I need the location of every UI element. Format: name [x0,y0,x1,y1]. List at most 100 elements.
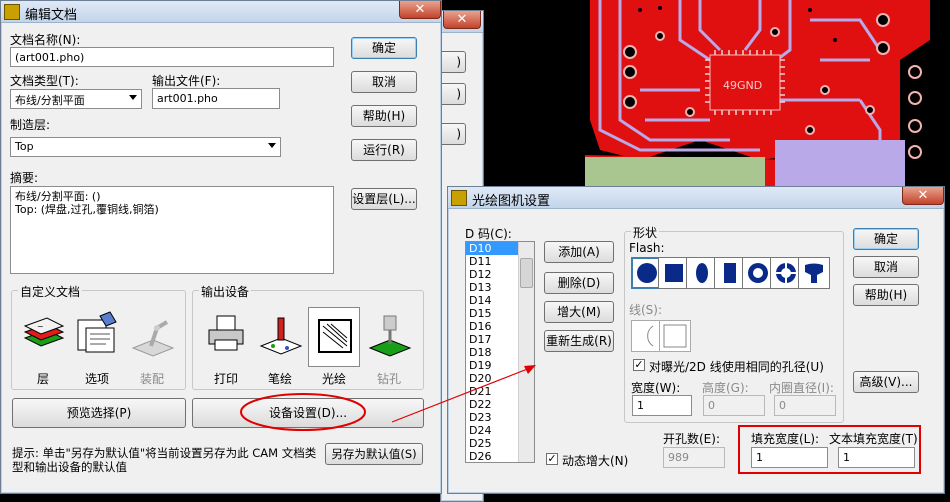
same-aperture-label: 对曝光/2D 线使用相同的孔径(U) [649,360,824,374]
device-setup-button[interactable]: 设备设置(D)... [192,398,424,428]
cancel-button[interactable]: 取消 [351,71,417,93]
summary-textarea[interactable]: 布线/分割平面: () Top: (焊盘,过孔,覆铜线,铜箔) [10,186,334,274]
photoplotter-icon [318,319,352,353]
edit-document-title: 编辑文档 [25,8,78,23]
auto-increase-checkbox[interactable]: ✓ [546,453,558,465]
background-dialog-close-button[interactable]: ✕ [443,11,481,29]
square-shape-icon [665,264,683,282]
square-outline-icon [663,324,687,348]
circle-shape-icon [637,263,657,283]
custom-shape-button[interactable] [798,257,830,289]
flash-label: Flash: [629,241,665,255]
rectangle-shape-icon [724,263,736,283]
drill-device-label: 钻孔 [376,372,401,386]
robot-arm-icon [131,320,175,357]
drill-icon [368,315,412,357]
layers-option-button[interactable]: ~ [16,307,68,367]
drill-device-button[interactable] [363,307,415,367]
regenerate-button[interactable]: 重新生成(R) [544,330,614,352]
photoplotter-help-button[interactable]: 帮助(H) [853,284,919,306]
chevron-down-icon [268,143,276,148]
edit-document-dialog: 编辑文档 ✕ 文档名称(N): (art001.pho) 文档类型(T): 布线… [0,0,442,494]
doc-type-label: 文档类型(T): [10,74,79,88]
assembly-option-label: 装配 [139,372,164,386]
summary-line-2: Top: (焊盘,过孔,覆铜线,铜箔) [15,203,159,216]
photoplot-device-button[interactable] [308,307,360,367]
doc-name-input[interactable]: (art001.pho) [10,47,334,67]
height-input[interactable]: 0 [703,395,765,416]
photoplotter-title: 光绘图机设置 [472,194,551,209]
layer-label: 制造层: [10,118,51,132]
annular-ring-icon [748,263,768,283]
edit-document-close-button[interactable]: ✕ [399,1,441,19]
fill-width-input[interactable]: 1 [751,447,828,468]
help-button[interactable]: 帮助(H) [351,105,417,127]
width-input[interactable]: 1 [632,395,692,416]
add-button[interactable]: 添加(A) [544,241,614,263]
output-device-group-label: 输出设备 [199,283,252,300]
fill-width-label: 填充宽度(L): [751,432,820,446]
pen-plot-device-button[interactable] [254,307,306,367]
custom-document-group-label: 自定义文档 [18,283,83,300]
custom-shape-icon [805,263,823,283]
printer-icon [208,315,244,351]
same-aperture-checkbox[interactable]: ✓ [633,359,645,371]
edit-document-titlebar: 编辑文档 [1,1,441,23]
line-square-button[interactable] [659,320,691,352]
drill-count-input[interactable]: 989 [663,447,725,468]
inner-diameter-label: 内圈直径(I): [769,381,834,395]
photoplotter-cancel-button[interactable]: 取消 [853,256,919,278]
arc-icon [647,325,654,347]
thermal-relief-icon [775,262,797,284]
summary-label: 摘要: [10,171,39,185]
doc-name-label: 文档名称(N): [10,33,81,47]
photoplotter-setup-dialog: 光绘图机设置 ✕ D 码(C): D10 D11 D12 D13 D14 D15 D16 D1… [447,186,945,494]
photoplot-device-label: 光绘 [321,372,346,386]
dcode-scroll-thumb[interactable] [520,258,533,288]
save-as-default-button[interactable]: 另存为默认值(S) [325,443,423,465]
summary-line-1: 布线/分割平面: () [15,190,101,203]
line-label: 线(S): [629,303,663,317]
run-button[interactable]: 运行(R) [351,139,417,161]
hint-text: 提示: 单击"另存为默认值"将当前设置另存为此 CAM 文档类型和输出设备的默认… [12,446,317,474]
height-label: 高度(G): [702,381,749,395]
auto-increase-label: 动态增大(N) [562,454,629,468]
chevron-down-icon [129,95,137,100]
drill-count-label: 开孔数(E): [663,432,720,446]
pcb-chip-label: 49GND [723,79,762,92]
oval-shape-icon [696,263,708,283]
text-fill-width-input[interactable]: 1 [838,447,915,468]
print-device-button[interactable] [200,307,252,367]
layers-icon: ~ [23,317,65,347]
options-icon [77,311,117,353]
options-option-label: 选项 [84,372,109,386]
assembly-option-button[interactable] [126,307,178,367]
text-fill-width-label: 文本填充宽度(T): [829,432,922,446]
output-file-label: 输出文件(F): [152,74,221,88]
photoplotter-titlebar: 光绘图机设置 [448,187,944,209]
delete-button[interactable]: 删除(D) [544,272,614,294]
advanced-button[interactable]: 高级(V)... [853,371,919,393]
ok-button[interactable]: 确定 [351,37,417,59]
photoplotter-close-button[interactable]: ✕ [902,187,944,205]
output-file-input[interactable]: art001.pho [152,88,280,109]
increase-button[interactable]: 增大(M) [544,301,614,323]
layers-option-label: 层 [36,372,49,386]
app-icon [451,190,467,206]
dcode-scrollbar[interactable] [518,242,534,462]
set-layers-button[interactable]: 设置层(L)... [351,188,417,210]
layer-select[interactable]: Top [10,137,281,157]
shape-group-label: 形状 [631,224,660,241]
inner-diameter-input[interactable]: 0 [774,395,836,416]
photoplotter-ok-button[interactable]: 确定 [853,228,919,250]
width-label: 宽度(W): [631,381,681,395]
doc-type-select[interactable]: 布线/分割平面 [10,89,142,109]
doc-type-value: 布线/分割平面 [15,94,85,107]
preview-selection-button[interactable]: 预览选择(P) [12,398,186,428]
options-option-button[interactable] [71,307,123,367]
print-device-label: 打印 [213,372,238,386]
pen-plot-device-label: 笔绘 [267,372,292,386]
app-icon [4,4,20,20]
dcode-label: D 码(C): [465,227,512,241]
dcode-list[interactable]: D10 D11 D12 D13 D14 D15 D16 D17 D18 D19 D20 D21 D22 D… [465,241,535,463]
